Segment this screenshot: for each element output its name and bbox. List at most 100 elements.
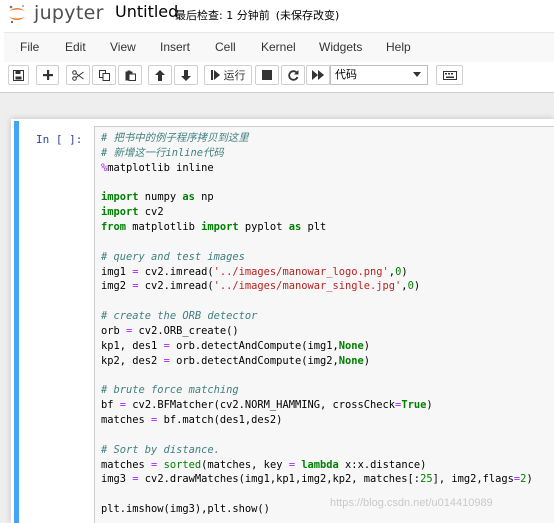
code-token: img1 bbox=[101, 265, 133, 278]
menu-kernel[interactable]: Kernel bbox=[261, 40, 296, 54]
code-token: sorted bbox=[163, 458, 202, 471]
checkpoint-status: 最后检查: 1 分钟前 (未保存改变) bbox=[175, 7, 345, 23]
code-token: (matches, key bbox=[201, 458, 289, 471]
code-token: # Sort by distance. bbox=[101, 443, 220, 456]
code-token: as bbox=[182, 191, 195, 204]
code-token: '../images/manowar_single.jpg' bbox=[213, 280, 402, 293]
code-token: pyplot bbox=[238, 221, 289, 234]
code-token: img3 bbox=[101, 473, 133, 486]
code-token: import bbox=[201, 221, 239, 234]
interrupt-button[interactable] bbox=[255, 65, 279, 85]
run-button[interactable]: 运行 bbox=[204, 65, 252, 85]
menu-file[interactable]: File bbox=[20, 40, 39, 54]
code-line: %matplotlib inline bbox=[101, 161, 533, 176]
code-line: img3 = cv2.drawMatches(img1,kp1,img2,kp2… bbox=[101, 472, 533, 487]
menu-edit[interactable]: Edit bbox=[65, 40, 86, 54]
keyboard-icon bbox=[442, 70, 457, 80]
copy-button[interactable] bbox=[92, 65, 116, 85]
cut-button[interactable] bbox=[66, 65, 90, 85]
paste-button[interactable] bbox=[118, 65, 142, 85]
notebook-title[interactable]: Untitled bbox=[115, 2, 178, 21]
code-token: plt bbox=[301, 221, 327, 234]
code-content[interactable]: # 把书中的例子程序拷贝到这里 # 新增这一行inline代码 %matplotli… bbox=[101, 131, 533, 517]
code-token: None bbox=[338, 339, 364, 352]
watermark: https://blog.csdn.net/u014410989 bbox=[330, 497, 493, 509]
code-line: orb = cv2.ORB_create() bbox=[101, 324, 533, 339]
code-token: import bbox=[101, 191, 139, 204]
code-token: import bbox=[101, 206, 139, 219]
code-token: orb.detectAndCompute(img2, bbox=[169, 354, 339, 367]
code-line: img1 = cv2.imread('../images/manowar_log… bbox=[101, 265, 533, 280]
fast-forward-icon bbox=[312, 70, 324, 80]
code-line: matches = bf.match(des1,des2) bbox=[101, 413, 533, 428]
code-line: import numpy as np bbox=[101, 190, 533, 205]
header-divider bbox=[0, 92, 554, 93]
command-palette-button[interactable] bbox=[436, 65, 463, 85]
cell-type-select[interactable]: 代码 bbox=[330, 65, 428, 85]
code-token: orb.detectAndCompute(img1, bbox=[169, 339, 339, 352]
code-token: cv2.imread( bbox=[138, 280, 214, 293]
code-line: # Sort by distance. bbox=[101, 443, 533, 458]
menu-help[interactable]: Help bbox=[386, 40, 411, 54]
run-all-button[interactable] bbox=[306, 65, 330, 85]
code-token: bf.match(des1,des2) bbox=[157, 414, 283, 427]
code-line: import cv2 bbox=[101, 205, 533, 220]
code-line: kp1, des1 = orb.detectAndCompute(img1,No… bbox=[101, 339, 533, 354]
autosave-status: (未保存改变) bbox=[275, 9, 340, 22]
toolbar: 运行 代码 bbox=[0, 62, 554, 92]
scissors-icon bbox=[72, 69, 84, 81]
code-token: matplotlib inline bbox=[107, 161, 214, 174]
menu-widgets[interactable]: Widgets bbox=[319, 40, 362, 54]
jupyter-logo[interactable]: jupyter bbox=[6, 2, 106, 26]
save-button[interactable] bbox=[8, 65, 29, 85]
code-line: # create the ORB detector bbox=[101, 309, 533, 324]
code-token: True bbox=[401, 399, 427, 412]
code-token: ) bbox=[526, 473, 533, 486]
code-token: None bbox=[338, 354, 364, 367]
code-token: cv2.imread( bbox=[138, 265, 214, 278]
move-down-button[interactable] bbox=[174, 65, 198, 85]
code-token: orb bbox=[101, 324, 127, 337]
code-line: matches = sorted(matches, key = lambda x… bbox=[101, 458, 533, 473]
restart-icon bbox=[287, 69, 298, 81]
input-prompt: In [ ]: bbox=[36, 133, 83, 146]
code-token: matches bbox=[101, 414, 152, 427]
code-token: as bbox=[288, 221, 302, 234]
code-token: ) bbox=[363, 354, 371, 367]
menu-view[interactable]: View bbox=[110, 40, 136, 54]
code-token: cv2 bbox=[138, 206, 164, 219]
paste-icon bbox=[125, 70, 136, 81]
code-line: bf = cv2.BFMatcher(cv2.NORM_HAMMING, cro… bbox=[101, 398, 533, 413]
code-token: from bbox=[101, 221, 127, 234]
code-token: ) bbox=[426, 399, 433, 412]
restart-button[interactable] bbox=[281, 65, 305, 85]
code-token: ], img2,flags bbox=[432, 473, 514, 486]
code-token: matches bbox=[101, 458, 152, 471]
code-token: # 新增这一行inline代码 bbox=[101, 146, 224, 159]
menu-cell[interactable]: Cell bbox=[215, 40, 236, 54]
code-token: plt.imshow(img3),plt.show() bbox=[101, 503, 270, 516]
code-token: x:x.distance) bbox=[338, 458, 427, 471]
code-token: ) bbox=[363, 339, 371, 352]
code-token: # brute force matching bbox=[101, 384, 239, 397]
code-token: cv2.drawMatches(img1,kp1,img2,kp2, match… bbox=[138, 473, 421, 486]
insert-cell-button[interactable] bbox=[36, 65, 59, 85]
code-token: cv2.BFMatcher(cv2.NORM_HAMMING, crossChe… bbox=[126, 399, 396, 412]
menu-insert[interactable]: Insert bbox=[160, 40, 190, 54]
jupyter-logo-icon bbox=[9, 5, 25, 24]
code-token: '../images/manowar_logo.png' bbox=[213, 265, 389, 278]
arrow-up-icon bbox=[155, 69, 165, 81]
code-line: img2 = cv2.imread('../images/manowar_sin… bbox=[101, 279, 533, 294]
code-token: kp1, des1 bbox=[101, 339, 164, 352]
copy-icon bbox=[98, 69, 110, 81]
code-token: bf bbox=[101, 399, 120, 412]
step-forward-icon bbox=[210, 70, 220, 80]
code-token: numpy bbox=[138, 191, 183, 204]
code-token: # query and test images bbox=[101, 250, 245, 263]
move-up-button[interactable] bbox=[148, 65, 172, 85]
menubar: File Edit View Insert Cell Kernel Widget… bbox=[4, 32, 554, 63]
code-token: 25 bbox=[420, 473, 433, 486]
